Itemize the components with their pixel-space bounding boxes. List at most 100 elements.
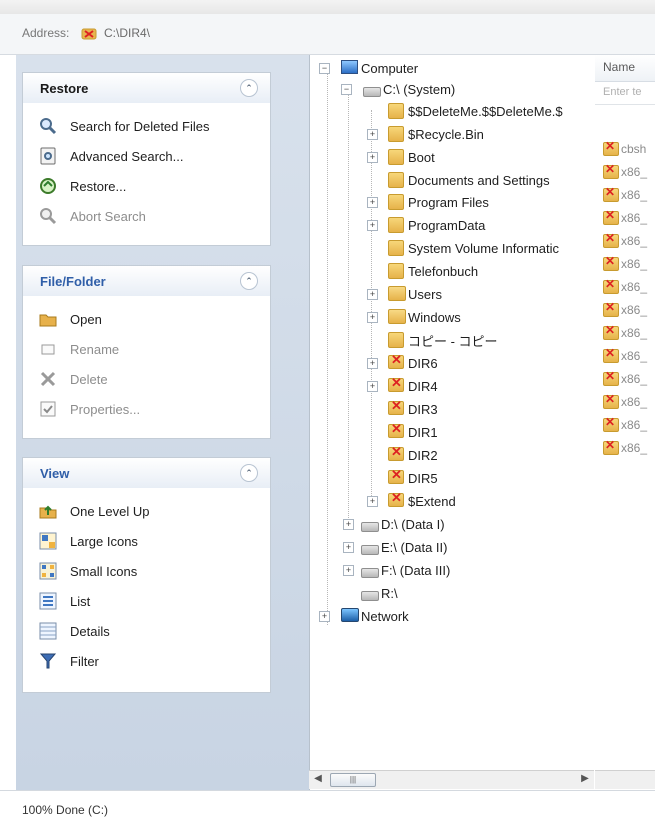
tree-node-boot[interactable]: + Boot — [367, 146, 435, 168]
expand-expander[interactable]: + — [367, 312, 378, 323]
tree-label: DIR5 — [408, 470, 438, 486]
tree-node-dir6[interactable]: + DIR6 — [367, 352, 438, 374]
expand-expander[interactable]: + — [343, 519, 354, 530]
details-task[interactable]: Details — [23, 616, 270, 646]
tree-node-system-volume-information[interactable]: System Volume Informatic — [388, 237, 559, 259]
tree-label: DIR1 — [408, 424, 438, 440]
tree-node-dir2[interactable]: DIR2 — [388, 444, 438, 466]
view-panel: View ⌃ One Level Up Large Icons Small Ic… — [22, 457, 271, 693]
tree-label: コピー - コピー — [408, 333, 498, 349]
file-folder-panel-header[interactable]: File/Folder ⌃ — [23, 266, 270, 296]
list-item-label: x86_ — [621, 395, 648, 409]
deleted-folder-icon — [388, 467, 404, 486]
tree-node-users[interactable]: + Users — [367, 283, 442, 305]
advanced-search-task[interactable]: Advanced Search... — [23, 141, 270, 171]
tree-label: DIR2 — [408, 447, 438, 463]
filter-task[interactable]: Filter — [23, 646, 270, 676]
network-drive-icon — [361, 585, 379, 601]
deleted-file-icon — [603, 139, 619, 156]
small-icons-task[interactable]: Small Icons — [23, 556, 270, 586]
large-icons-task[interactable]: Large Icons — [23, 526, 270, 556]
collapse-icon[interactable]: ⌃ — [240, 464, 258, 482]
list-item[interactable]: x86_ — [603, 345, 647, 367]
tree-node-drive-c[interactable]: − C:\ (System) — [341, 78, 455, 100]
expand-expander[interactable]: + — [367, 358, 378, 369]
list-item[interactable]: x86_ — [603, 161, 647, 183]
search-deleted-files-task[interactable]: Search for Deleted Files — [23, 111, 270, 141]
one-level-up-task[interactable]: One Level Up — [23, 496, 270, 526]
expand-expander[interactable]: + — [367, 496, 378, 507]
list-item[interactable]: x86_ — [603, 322, 647, 344]
tree-node-drive-f[interactable]: + F:\ (Data III) — [343, 559, 450, 581]
expand-expander[interactable]: + — [367, 197, 378, 208]
tree-node-drive-e[interactable]: + E:\ (Data II) — [343, 536, 447, 558]
list-item[interactable]: x86_ — [603, 368, 647, 390]
folder-icon — [388, 332, 404, 348]
expand-expander[interactable]: + — [367, 289, 378, 300]
name-column-header[interactable]: Name — [595, 55, 655, 82]
list-task[interactable]: List — [23, 586, 270, 616]
tree-node-dir5[interactable]: DIR5 — [388, 467, 438, 489]
list-item[interactable]: x86_ — [603, 253, 647, 275]
list-item-label: cbsh — [621, 142, 647, 156]
tree-node-network[interactable]: + Network — [319, 605, 409, 627]
address-bar: Address: C:\DIR4\ — [0, 14, 655, 55]
list-item[interactable]: x86_ — [603, 299, 647, 321]
list-item[interactable]: x86_ — [603, 184, 647, 206]
open-folder-icon — [38, 309, 58, 329]
list-horizontal-scrollbar[interactable] — [595, 770, 655, 789]
tree-node-deleteme[interactable]: $$DeleteMe.$$DeleteMe.$ — [388, 100, 563, 122]
tree-node-telefonbuch[interactable]: Telefonbuch — [388, 260, 478, 282]
tree-node-program-files[interactable]: + Program Files — [367, 191, 489, 213]
list-item[interactable]: cbsh — [603, 138, 646, 160]
list-item[interactable]: x86_ — [603, 276, 647, 298]
collapse-icon[interactable]: ⌃ — [240, 272, 258, 290]
restore-task[interactable]: Restore... — [23, 171, 270, 201]
folder-tree[interactable] — [309, 55, 596, 790]
tree-node-dir1[interactable]: DIR1 — [388, 421, 438, 443]
tree-node-computer[interactable]: − Computer — [319, 57, 418, 79]
tree-label: R:\ — [381, 585, 398, 601]
collapse-expander[interactable]: − — [341, 84, 352, 95]
view-panel-header[interactable]: View ⌃ — [23, 458, 270, 488]
collapse-icon[interactable]: ⌃ — [240, 79, 258, 97]
task-label: Restore... — [70, 178, 127, 194]
expand-expander[interactable]: + — [367, 220, 378, 231]
list-item[interactable]: x86_ — [603, 414, 647, 436]
open-task[interactable]: Open — [23, 304, 270, 334]
tree-node-documents-and-settings[interactable]: Documents and Settings — [388, 169, 550, 191]
tree-node-programdata[interactable]: + ProgramData — [367, 214, 485, 236]
expand-expander[interactable]: + — [367, 129, 378, 140]
tree-node-extend[interactable]: + $Extend — [367, 490, 456, 512]
scroll-thumb[interactable]: ||| — [330, 773, 376, 787]
collapse-expander[interactable]: − — [319, 63, 330, 74]
tree-horizontal-scrollbar[interactable]: ◀ ||| ▶ — [309, 770, 594, 789]
deleted-folder-icon — [388, 398, 404, 417]
tree-node-copy-copy[interactable]: コピー - コピー — [388, 329, 498, 351]
expand-expander[interactable]: + — [319, 611, 330, 622]
deleted-file-icon — [603, 392, 619, 409]
list-item-label: x86_ — [621, 257, 648, 271]
tree-node-recycle-bin[interactable]: + $Recycle.Bin — [367, 123, 484, 145]
name-filter[interactable]: Enter te — [595, 82, 655, 105]
expand-expander[interactable]: + — [367, 381, 378, 392]
tree-node-drive-d[interactable]: + D:\ (Data I) — [343, 513, 445, 535]
tree-node-dir4[interactable]: + DIR4 — [367, 375, 438, 397]
scroll-right-icon[interactable]: ▶ — [578, 772, 592, 786]
restore-panel-header[interactable]: Restore ⌃ — [23, 73, 270, 103]
tree-label: Users — [408, 286, 442, 302]
address-value[interactable]: C:\DIR4\ — [104, 26, 150, 40]
expand-expander[interactable]: + — [343, 565, 354, 576]
deleted-folder-icon — [388, 490, 404, 509]
tree-node-windows[interactable]: + Windows — [367, 306, 461, 328]
tree-node-drive-r[interactable]: R:\ — [361, 582, 398, 604]
expand-expander[interactable]: + — [367, 152, 378, 163]
tree-node-dir3[interactable]: DIR3 — [388, 398, 438, 420]
list-item[interactable]: x86_ — [603, 437, 647, 459]
list-item[interactable]: x86_ — [603, 207, 647, 229]
list-item[interactable]: x86_ — [603, 230, 647, 252]
expand-expander[interactable]: + — [343, 542, 354, 553]
scroll-left-icon[interactable]: ◀ — [311, 772, 325, 786]
list-item[interactable]: x86_ — [603, 391, 647, 413]
tree-label: ProgramData — [408, 217, 486, 233]
